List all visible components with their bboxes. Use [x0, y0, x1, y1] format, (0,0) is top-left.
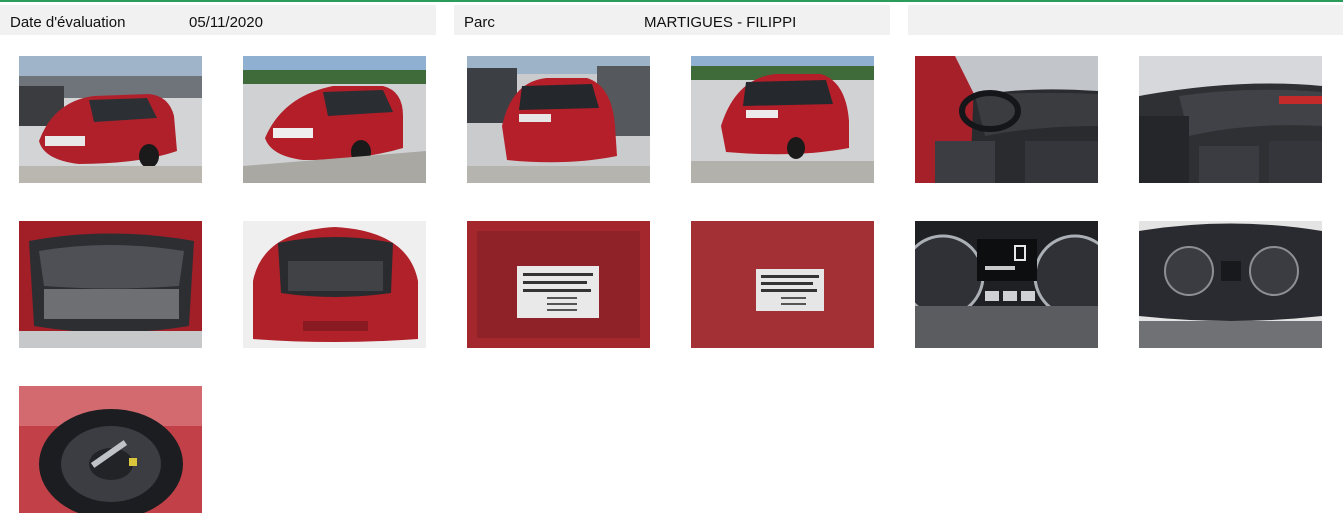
empty-info-box — [908, 5, 1343, 35]
parc-label: Parc — [464, 14, 495, 31]
photo-rear-left[interactable] — [467, 56, 650, 183]
photo-spare-wheel[interactable] — [19, 386, 202, 513]
photo-interior-passenger[interactable] — [1139, 56, 1322, 183]
photo-front-left[interactable] — [19, 56, 202, 183]
date-value: 05/11/2020 — [189, 14, 263, 31]
photo-dashboard-cluster-2[interactable] — [1139, 221, 1322, 348]
date-info-box: Date d'évaluation 05/11/2020 — [0, 5, 436, 35]
parc-value: MARTIGUES - FILIPPI — [644, 14, 797, 31]
top-accent-line — [0, 0, 1343, 2]
photo-interior-driver[interactable] — [915, 56, 1098, 183]
photo-trunk-open[interactable] — [19, 221, 202, 348]
photo-front-right[interactable] — [243, 56, 426, 183]
photo-vin-plate-2[interactable] — [691, 221, 874, 348]
parc-info-box: Parc MARTIGUES - FILIPPI — [454, 5, 890, 35]
photo-vin-plate[interactable] — [467, 221, 650, 348]
date-label: Date d'évaluation — [10, 14, 126, 31]
photo-rear-right[interactable] — [691, 56, 874, 183]
photo-trunk-rear[interactable] — [243, 221, 426, 348]
photo-dashboard-cluster[interactable] — [915, 221, 1098, 348]
